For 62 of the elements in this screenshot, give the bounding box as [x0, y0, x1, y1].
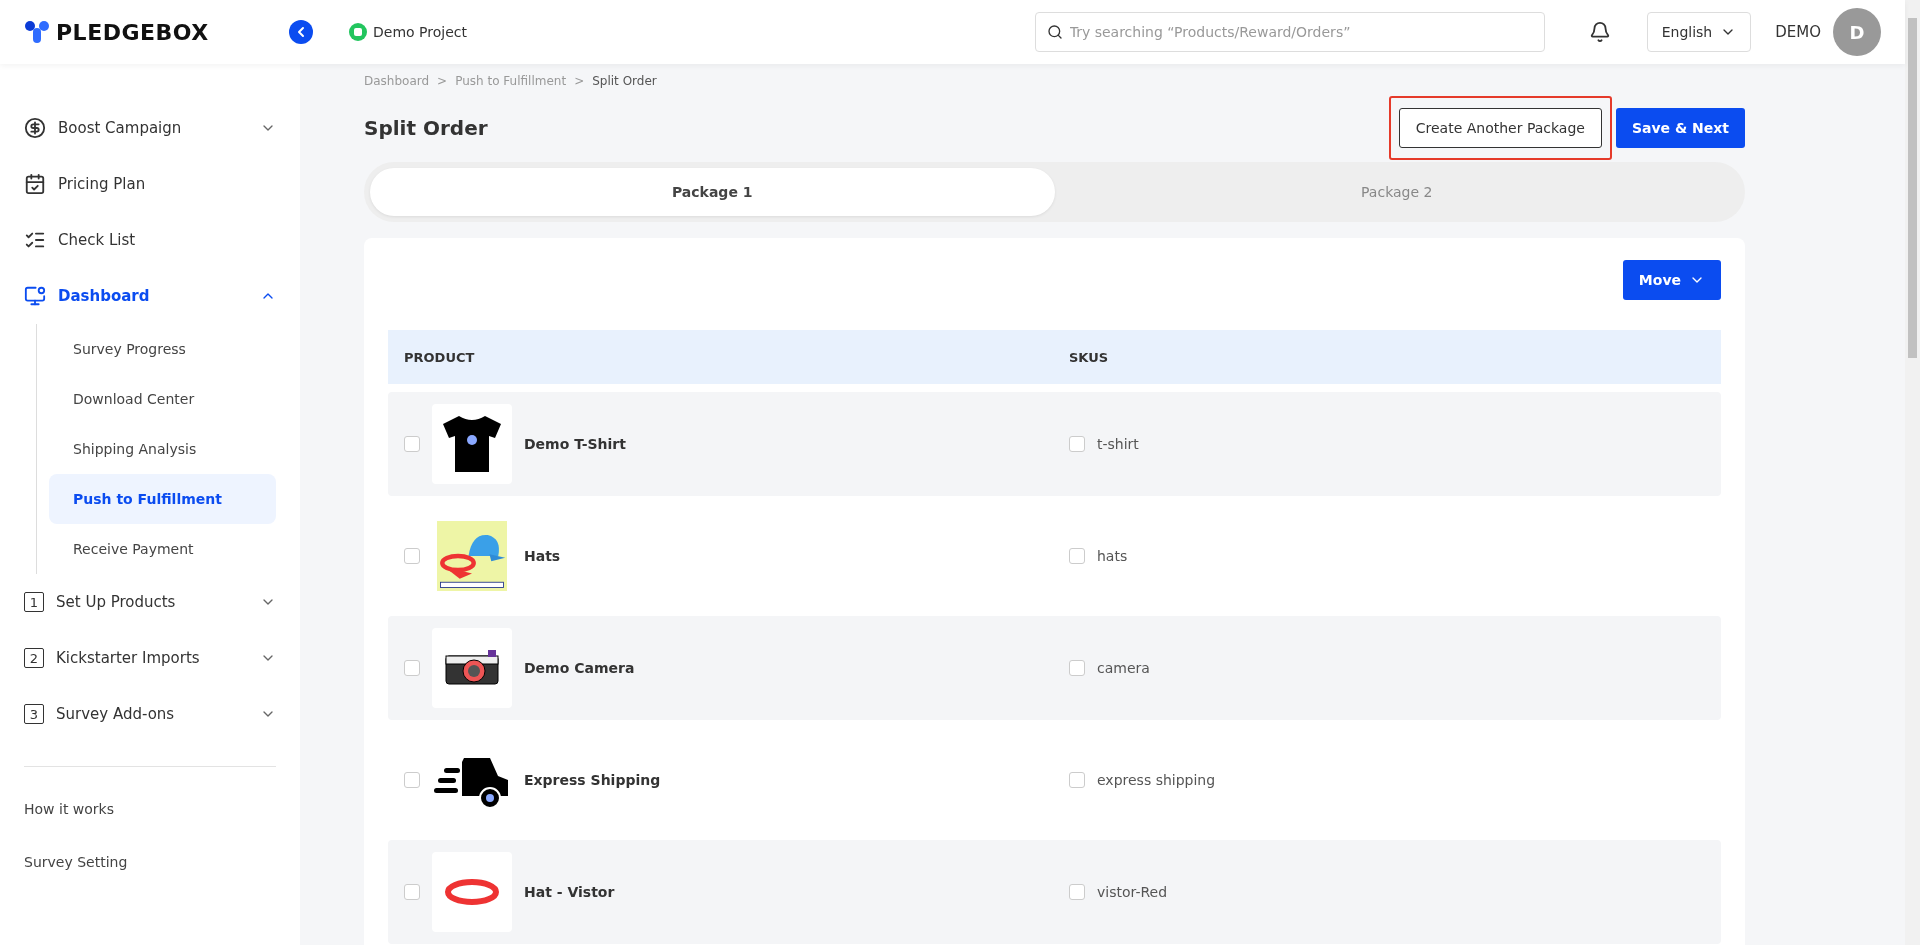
package-tab[interactable]: Package 1 — [370, 168, 1055, 216]
checkbox[interactable] — [404, 772, 420, 788]
camera-drawing — [444, 648, 500, 688]
number-icon: 1 — [24, 592, 44, 612]
sidebar-subitem[interactable]: Download Center — [49, 374, 276, 424]
sidebar-item[interactable]: 2 Kickstarter Imports — [24, 630, 276, 686]
checkbox[interactable] — [404, 436, 420, 452]
checkbox[interactable] — [1069, 436, 1085, 452]
sidebar-item[interactable]: Boost Campaign — [24, 100, 276, 156]
sidebar-subitem[interactable]: Receive Payment — [49, 524, 276, 574]
language-dropdown[interactable]: English — [1646, 12, 1752, 52]
checkbox[interactable] — [1069, 772, 1085, 788]
notification-button[interactable] — [1588, 21, 1611, 43]
sidebar-subitem[interactable]: Survey Progress — [49, 324, 276, 374]
dollar-coin-icon — [24, 117, 46, 139]
sidebar-link[interactable]: Survey Setting — [24, 836, 276, 889]
collapse-button[interactable] — [289, 20, 313, 44]
breadcrumb-separator: > — [437, 74, 448, 88]
scrollbar[interactable] — [1905, 0, 1920, 945]
sku-label: express shipping — [1097, 772, 1216, 788]
project-icon — [349, 23, 367, 41]
sidebar-subitem[interactable]: Push to Fulfillment — [49, 474, 276, 524]
search-field[interactable]: Try searching “Products/Reward/Orders” — [1034, 12, 1545, 52]
sku-label: hats — [1097, 548, 1128, 564]
sidebar-item[interactable]: Dashboard — [24, 268, 276, 324]
save-next-button[interactable]: Save & Next — [1615, 108, 1745, 148]
sku-label: vistor-Red — [1097, 884, 1168, 900]
sidebar-item[interactable]: Pricing Plan — [24, 156, 276, 212]
product-name: Hat - Vistor — [524, 884, 615, 900]
create-package-button[interactable]: Create Another Package — [1398, 108, 1602, 148]
user-name: DEMO — [1775, 23, 1821, 41]
brand-logo: PLEDGEBOX — [56, 19, 209, 45]
sidebar-item[interactable]: 1 Set Up Products — [24, 574, 276, 630]
breadcrumb-separator: > — [574, 74, 585, 88]
sku-label: t-shirt — [1097, 436, 1139, 452]
checkbox[interactable] — [1069, 884, 1085, 900]
product-name: Hats — [524, 548, 561, 564]
number-icon: 3 — [24, 704, 44, 724]
column-header: SKUS — [1069, 349, 1110, 365]
breadcrumb-link[interactable]: Split Order — [592, 74, 657, 88]
checkbox[interactable] — [404, 884, 420, 900]
checkbox[interactable] — [1069, 660, 1085, 676]
project-name[interactable]: Demo Project — [373, 24, 467, 40]
sidebar-item[interactable]: Check List — [24, 212, 276, 268]
sidebar-subitem[interactable]: Shipping Analysis — [49, 424, 276, 474]
move-button[interactable]: Move — [1622, 260, 1721, 300]
product-name: Demo T-Shirt — [524, 436, 626, 452]
calendar-check-icon — [24, 173, 46, 195]
dashboard-icon — [24, 285, 46, 307]
sidebar-item[interactable]: 3 Survey Add-ons — [24, 686, 276, 742]
product-name: Demo Camera — [524, 660, 635, 676]
checkbox[interactable] — [404, 548, 420, 564]
search-icon — [1046, 24, 1063, 40]
sidebar-link[interactable]: How it works — [24, 783, 276, 836]
page-title: Split Order — [364, 116, 489, 140]
checkbox[interactable] — [404, 660, 420, 676]
sku-label: camera — [1097, 660, 1150, 676]
column-header: PRODUCT — [404, 349, 476, 365]
number-icon: 2 — [24, 648, 44, 668]
product-name: Express Shipping — [524, 772, 661, 788]
checkbox[interactable] — [1069, 548, 1085, 564]
logo-icon — [24, 20, 50, 44]
